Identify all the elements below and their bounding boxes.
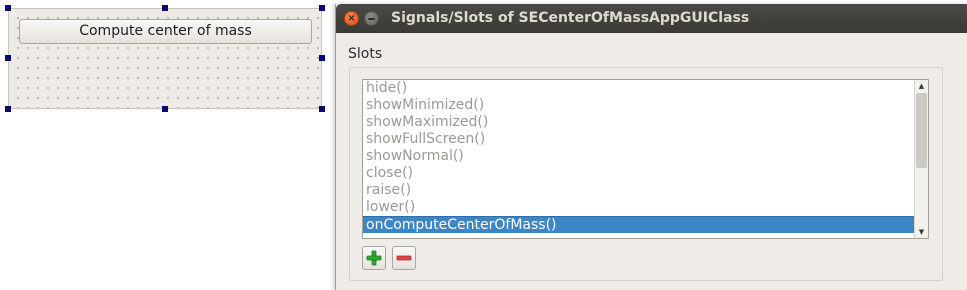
selection-handle-right[interactable] [319,55,325,61]
remove-slot-button[interactable] [392,246,416,270]
selection-handle-top[interactable] [162,5,168,11]
slots-list-scrollbar[interactable]: ▲ ▼ [914,80,928,238]
selection-handle-left[interactable] [5,55,11,61]
plus-icon [366,250,382,266]
dialog-titlebar[interactable]: × Signals/Slots of SECenterOfMassAppGUIC… [336,4,967,33]
compute-center-of-mass-button[interactable]: Compute center of mass [19,19,312,44]
slots-list-items: hide() showMinimized() showMaximized() show… [363,80,914,233]
selection-handle-top-right[interactable] [319,5,325,11]
selection-handle-bottom-left[interactable] [5,106,11,112]
dialog-title: Signals/Slots of SECenterOfMassAppGUICla… [391,10,750,26]
slots-section-label: Slots [348,46,383,62]
slot-list-item[interactable]: onComputeCenterOfMass() [363,216,914,233]
slot-list-item[interactable]: showFullScreen() [363,131,914,148]
slot-list-item[interactable]: lower() [363,199,914,216]
close-window-button[interactable]: × [344,11,359,26]
slot-list-item[interactable]: raise() [363,182,914,199]
slot-list-item[interactable]: hide() [363,80,914,97]
selection-handle-top-left[interactable] [5,5,11,11]
add-slot-button[interactable] [362,246,386,270]
slot-list-item[interactable]: showMaximized() [363,114,914,131]
minimize-icon [368,17,375,20]
slot-list-item[interactable]: close() [363,165,914,182]
selection-handle-bottom[interactable] [162,106,168,112]
close-icon: × [347,12,356,24]
scrollbar-thumb[interactable] [916,93,927,168]
slots-list[interactable]: hide() showMinimized() showMaximized() show… [362,79,929,239]
slot-list-item[interactable]: showNormal() [363,148,914,165]
signals-slots-dialog: × Signals/Slots of SECenterOfMassAppGUIC… [335,4,967,290]
scroll-up-arrow-icon[interactable]: ▲ [915,80,928,92]
minus-icon [396,255,412,261]
minimize-window-button[interactable] [364,11,379,26]
slot-list-item[interactable]: showMinimized() [363,97,914,114]
selection-handle-bottom-right[interactable] [319,106,325,112]
form-canvas[interactable]: Compute center of mass [8,8,322,109]
scroll-down-arrow-icon[interactable]: ▼ [915,226,928,238]
